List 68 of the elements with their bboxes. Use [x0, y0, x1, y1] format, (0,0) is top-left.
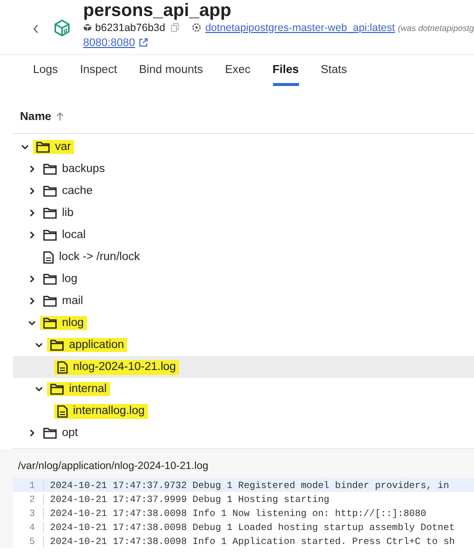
chevron-icon[interactable]	[28, 275, 36, 283]
folder-icon	[43, 317, 57, 329]
file-name[interactable]: lock -> /run/lock	[59, 251, 140, 263]
chevron-icon[interactable]	[35, 385, 43, 393]
line-number: 4	[13, 522, 44, 532]
line-number: 1	[13, 480, 44, 490]
line-number: 5	[13, 536, 44, 546]
chevron-icon[interactable]	[35, 341, 43, 349]
back-icon[interactable]	[33, 23, 40, 35]
container-title: persons_api_app	[83, 0, 232, 20]
image-icon	[192, 23, 202, 32]
tab[interactable]: Inspect	[80, 64, 118, 83]
tab[interactable]: Stats	[320, 64, 347, 83]
folder-icon	[43, 185, 57, 197]
folder-icon	[43, 273, 57, 285]
file-name[interactable]: var	[55, 141, 71, 153]
chevron-icon[interactable]	[28, 187, 36, 195]
log-line: 2024-10-21 17:47:38.0098 Debug 1 Loaded hosting startup assembly Dotnet	[49, 522, 455, 532]
chevron-icon[interactable]	[21, 143, 29, 151]
file-name[interactable]: nlog-2024-10-21.log	[73, 361, 176, 373]
container-id: b6231ab76b3d	[95, 22, 166, 34]
file-name[interactable]: application	[69, 339, 124, 351]
chevron-icon[interactable]	[28, 209, 36, 217]
image-link[interactable]: dotnetapipostgres-master-web_api:latest	[205, 22, 395, 34]
container-icon	[83, 23, 92, 32]
chevron-icon[interactable]	[28, 319, 36, 327]
folder-icon	[43, 229, 57, 241]
line-number: 3	[13, 508, 44, 518]
file-name[interactable]: local	[62, 229, 86, 241]
log-line: 2024-10-21 17:47:37.9732 Debug 1 Registered model binder providers, in	[49, 480, 450, 490]
line-number: 2	[13, 494, 44, 504]
chevron-icon[interactable]	[28, 165, 36, 173]
chevron-icon[interactable]	[28, 297, 36, 305]
folder-icon	[43, 207, 57, 219]
log-line: 2024-10-21 17:47:38.0098 Info 1 Application started. Press Ctrl+C to sh	[49, 536, 455, 546]
folder-icon	[50, 339, 64, 351]
file-name[interactable]: mail	[62, 295, 84, 307]
tab[interactable]: Logs	[33, 64, 58, 83]
file-name[interactable]: internallog.log	[73, 405, 145, 417]
file-name[interactable]: opt	[62, 427, 78, 439]
folder-icon	[43, 295, 57, 307]
selected-row[interactable]: nlog-2024-10-21.log	[13, 356, 474, 378]
folder-icon	[36, 141, 50, 153]
file-icon	[57, 404, 68, 418]
file-name[interactable]: log	[62, 273, 78, 285]
chevron-icon[interactable]	[28, 429, 36, 437]
external-link-icon[interactable]	[139, 38, 148, 47]
folder-icon	[43, 427, 57, 439]
tab[interactable]: Bind mounts	[139, 64, 203, 83]
file-icon	[57, 360, 68, 374]
image-note: (was dotnetapipostg	[398, 22, 474, 32]
file-name[interactable]: internal	[69, 383, 107, 395]
file-path: /var/nlog/application/nlog-2024-10-21.log	[0, 449, 474, 472]
port-link[interactable]: 8080:8080	[83, 36, 136, 48]
file-name[interactable]: backups	[62, 163, 105, 175]
tab[interactable]: Exec	[224, 64, 251, 83]
folder-icon	[50, 383, 64, 395]
log-line: 2024-10-21 17:47:37.9999 Debug 1 Hosting starting	[49, 494, 330, 504]
file-name[interactable]: cache	[62, 185, 93, 197]
file-name[interactable]: nlog	[62, 317, 84, 329]
tab[interactable]: Files	[272, 64, 299, 86]
folder-icon	[43, 163, 57, 175]
log-line: 2024-10-21 17:47:38.0098 Info 1 Now listening on: http://[::]:8080	[49, 508, 426, 518]
file-name[interactable]: lib	[62, 207, 74, 219]
sort-arrow-icon[interactable]	[56, 112, 64, 121]
chevron-icon[interactable]	[28, 231, 36, 239]
column-header[interactable]: Name	[20, 110, 52, 122]
file-icon	[43, 250, 54, 264]
